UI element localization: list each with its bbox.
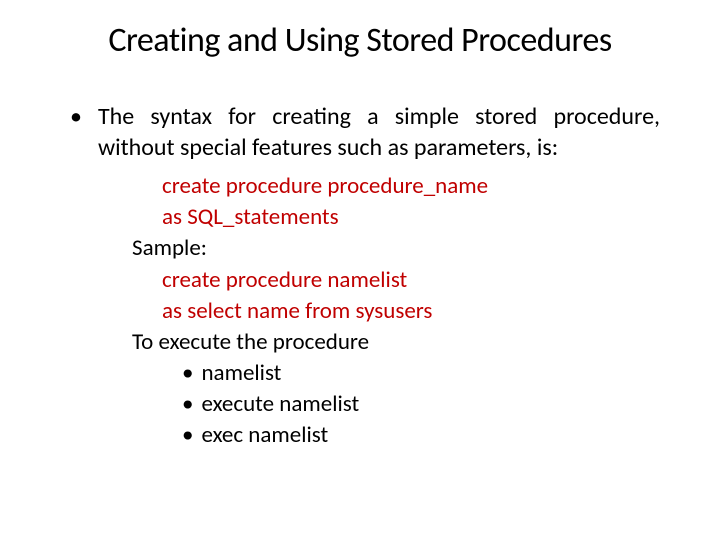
sample-line-2: as select name from sysusers [132, 296, 660, 327]
execute-label: To execute the procedure [132, 327, 660, 358]
exec-item: • exec namelist [132, 420, 660, 451]
exec-item: • namelist [132, 358, 660, 389]
exec-item-text: namelist [201, 358, 281, 389]
slide-title: Creating and Using Stored Procedures [30, 20, 690, 61]
bullet-marker: • [70, 101, 82, 132]
slide-content: • The syntax for creating a simple store… [30, 101, 690, 451]
exec-item-text: execute namelist [201, 389, 359, 420]
bullet-marker: • [182, 358, 193, 389]
exec-item: • execute namelist [132, 389, 660, 420]
sample-label: Sample: [132, 233, 660, 264]
bullet-text: The syntax for creating a simple stored … [98, 101, 660, 163]
bullet-marker: • [182, 389, 193, 420]
sample-line-1: create procedure namelist [132, 265, 660, 296]
exec-item-text: exec namelist [201, 420, 328, 451]
syntax-line-1: create procedure procedure_name [132, 171, 660, 202]
detail-block: create procedure procedure_name as SQL_s… [70, 171, 660, 450]
syntax-line-2: as SQL_statements [132, 202, 660, 233]
bullet-marker: • [182, 420, 193, 451]
main-bullet: • The syntax for creating a simple store… [70, 101, 660, 163]
